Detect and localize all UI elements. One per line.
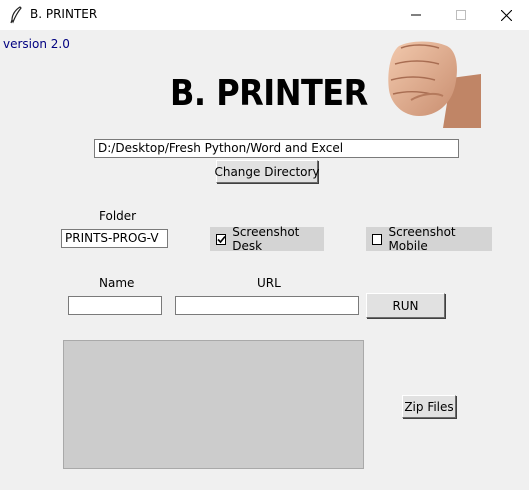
url-field[interactable] — [175, 296, 359, 315]
version-label: version 2.0 — [3, 37, 70, 51]
close-icon — [501, 9, 512, 21]
window-title: B. PRINTER — [30, 7, 98, 21]
zip-files-button[interactable]: Zip Files — [402, 395, 456, 418]
directory-path-field[interactable]: D:/Desktop/Fresh Python/Word and Excel — [94, 139, 459, 158]
brand-title: B. PRINTER — [170, 72, 368, 114]
output-listbox[interactable] — [63, 340, 364, 469]
run-button[interactable]: RUN — [366, 293, 445, 318]
maximize-icon — [455, 10, 466, 20]
fist-icon — [388, 41, 481, 128]
feather-app-icon — [10, 6, 22, 24]
minimize-icon — [410, 14, 421, 16]
change-directory-button[interactable]: Change Directory — [214, 160, 320, 183]
folder-field[interactable]: PRINTS-PROG-V — [61, 229, 168, 248]
close-button[interactable] — [484, 0, 529, 30]
checkbox-box — [216, 233, 227, 245]
folder-label: Folder — [99, 209, 137, 223]
maximize-button[interactable] — [438, 0, 483, 30]
checkbox-box — [372, 233, 383, 245]
screenshot-desk-checkbox[interactable]: Screenshot Desk — [210, 225, 324, 253]
check-icon — [217, 235, 226, 243]
minimize-button[interactable] — [393, 0, 438, 30]
screenshot-desk-label: Screenshot Desk — [232, 225, 300, 253]
name-label: Name — [99, 276, 135, 290]
screenshot-mobile-label: Screenshot Mobile — [388, 225, 456, 253]
url-label: URL — [257, 276, 281, 290]
screenshot-mobile-checkbox[interactable]: Screenshot Mobile — [366, 225, 492, 253]
name-field[interactable] — [68, 296, 162, 315]
